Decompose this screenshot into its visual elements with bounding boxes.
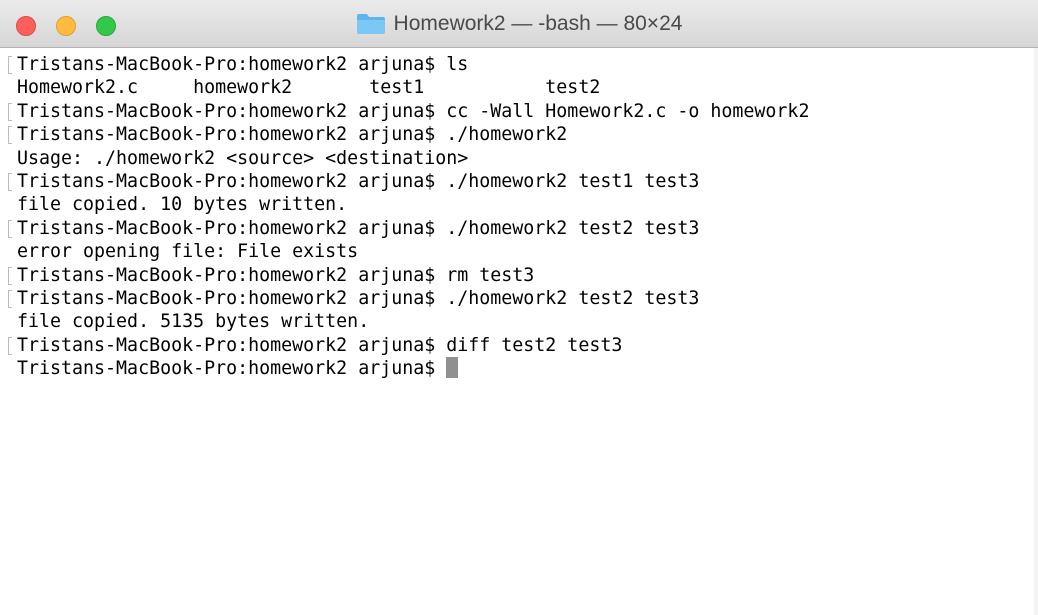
line-text: file copied. 10 bytes written. xyxy=(17,194,348,216)
output-line: Usage: ./homework2 <source> <destination… xyxy=(8,147,809,170)
command-mark xyxy=(8,289,12,308)
command-mark xyxy=(8,219,12,238)
output-line: file copied. 10 bytes written. xyxy=(8,193,809,216)
line-text: Tristans-MacBook-Pro:homework2 arjuna$ .… xyxy=(17,124,568,146)
output-line: Homework2.c homework2 test1 test2 xyxy=(8,76,809,99)
line-text: Tristans-MacBook-Pro:homework2 arjuna$ .… xyxy=(17,170,700,192)
line-text: Tristans-MacBook-Pro:homework2 arjuna$ .… xyxy=(17,217,700,239)
terminal-edge xyxy=(1034,48,1038,615)
terminal-lines: Tristans-MacBook-Pro:homework2 arjuna$ l… xyxy=(8,53,809,380)
prompt-line: Tristans-MacBook-Pro:homework2 arjuna$ .… xyxy=(8,123,809,146)
command-mark xyxy=(8,56,12,74)
terminal-window: Homework2 — -bash — 80×24 Tristans-MacBo… xyxy=(0,0,1038,615)
line-text: Tristans-MacBook-Pro:homework2 arjuna$ .… xyxy=(17,287,700,309)
text-cursor xyxy=(446,357,459,379)
line-text: file copied. 5135 bytes written. xyxy=(17,311,370,333)
title-bar[interactable]: Homework2 — -bash — 80×24 xyxy=(0,0,1038,48)
command-mark xyxy=(8,336,12,355)
line-text: Homework2.c homework2 test1 test2 xyxy=(17,77,601,99)
terminal-content[interactable]: Tristans-MacBook-Pro:homework2 arjuna$ l… xyxy=(0,48,1038,615)
prompt-line: Tristans-MacBook-Pro:homework2 arjuna$ l… xyxy=(8,53,809,76)
prompt-line: Tristans-MacBook-Pro:homework2 arjuna$ .… xyxy=(8,287,809,310)
prompt-line: Tristans-MacBook-Pro:homework2 arjuna$ d… xyxy=(8,334,809,357)
line-text: Tristans-MacBook-Pro:homework2 arjuna$ l… xyxy=(17,54,469,75)
line-text: Tristans-MacBook-Pro:homework2 arjuna$ r… xyxy=(17,264,535,286)
command-mark xyxy=(8,126,12,145)
command-mark xyxy=(8,172,12,191)
prompt-line: Tristans-MacBook-Pro:homework2 arjuna$ c… xyxy=(8,100,809,123)
output-line: error opening file: File exists xyxy=(8,240,809,263)
prompt-line: Tristans-MacBook-Pro:homework2 arjuna$ .… xyxy=(8,170,809,193)
line-text: Usage: ./homework2 <source> <destination… xyxy=(17,147,469,169)
prompt-line: Tristans-MacBook-Pro:homework2 arjuna$ .… xyxy=(8,217,809,240)
line-text: Tristans-MacBook-Pro:homework2 arjuna$ d… xyxy=(17,334,623,356)
line-text: Tristans-MacBook-Pro:homework2 arjuna$ c… xyxy=(17,100,810,122)
prompt-line: Tristans-MacBook-Pro:homework2 arjuna$ r… xyxy=(8,264,809,287)
folder-icon xyxy=(356,13,386,35)
line-text: error opening file: File exists xyxy=(17,241,359,263)
window-title-wrap: Homework2 — -bash — 80×24 xyxy=(0,0,1038,48)
output-line: file copied. 5135 bytes written. xyxy=(8,310,809,333)
command-mark xyxy=(8,266,12,285)
prompt-line: Tristans-MacBook-Pro:homework2 arjuna$ xyxy=(8,357,809,380)
window-title: Homework2 — -bash — 80×24 xyxy=(393,12,683,35)
command-mark xyxy=(8,102,12,121)
line-text: Tristans-MacBook-Pro:homework2 arjuna$ xyxy=(17,358,447,380)
